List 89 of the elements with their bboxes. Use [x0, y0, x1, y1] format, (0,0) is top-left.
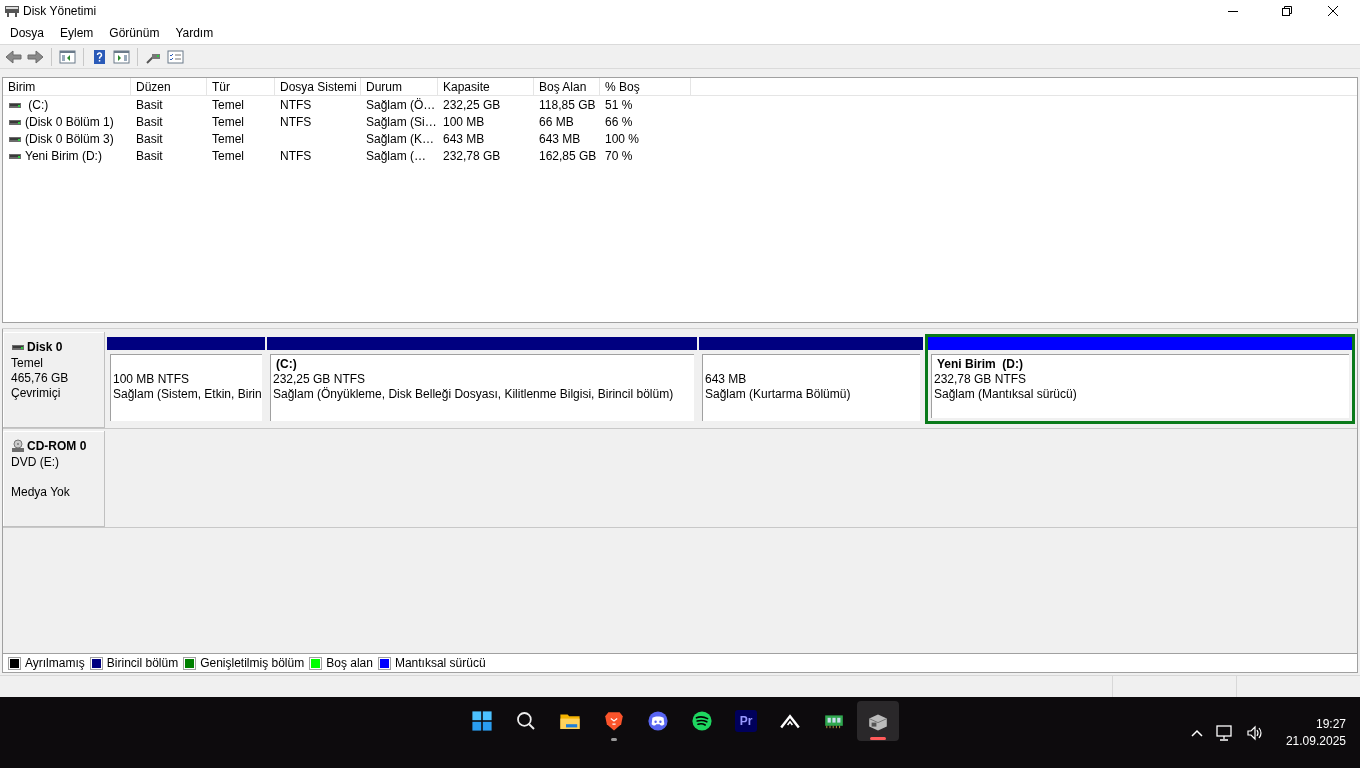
table-cell-text: (C:): [27, 96, 49, 114]
table-cell-text: NTFS: [280, 147, 312, 165]
table-cell-text: (Disk 0 Bölüm 3): [25, 130, 114, 148]
forward-arrow-icon[interactable]: [27, 48, 44, 65]
disk-info: Medya Yok: [11, 485, 71, 500]
disk-info: Temel: [11, 356, 44, 371]
clock[interactable]: 19:27 21.09.2025: [1285, 715, 1346, 750]
volume-icon[interactable]: [1245, 724, 1264, 741]
legend-label: Birincil bölüm: [106, 655, 179, 672]
table-cell-text: Temel: [212, 147, 244, 165]
table-cell-text: 643 MB: [443, 130, 485, 148]
clock-date: 21.09.2025: [1285, 732, 1346, 750]
column-header[interactable]: % Boş: [600, 78, 691, 95]
properties-icon[interactable]: [167, 48, 184, 65]
menu-item[interactable]: Görünüm: [109, 24, 160, 42]
table-cell-text: Temel: [212, 130, 244, 148]
table-cell-text: NTFS: [280, 96, 312, 114]
column-header[interactable]: Durum: [361, 78, 438, 95]
column-header[interactable]: Boş Alan: [534, 78, 600, 95]
table-cell-text: Sağlam (…: [366, 147, 427, 165]
table-cell-text: 100 %: [605, 130, 640, 148]
table-cell-text: Sağlam (Si…: [366, 113, 437, 131]
table-cell-text: Temel: [212, 113, 244, 131]
app-label: Pr: [735, 710, 757, 732]
table-cell-text: Yeni Birim (D:): [25, 147, 102, 165]
table-cell-text: Basit: [136, 147, 163, 165]
help-icon[interactable]: [91, 48, 108, 65]
column-header[interactable]: Dosya Sistemi: [275, 78, 361, 95]
chevron-up-icon[interactable]: [1189, 727, 1204, 738]
partition-size: 232,78 GB NTFS: [934, 372, 1028, 387]
table-cell-text: 118,85 GB: [539, 96, 596, 114]
legend-label: Boş alan: [326, 655, 373, 672]
table-cell-text: Sağlam (Ö…: [366, 96, 436, 114]
table-cell-text: 643 MB: [539, 130, 581, 148]
column-header[interactable]: Birim: [3, 78, 131, 95]
table-cell-text: Basit: [136, 113, 163, 131]
table-cell-text: 232,78 GB: [443, 147, 501, 165]
disk-info: DVD (E:): [11, 455, 60, 470]
legend-label: Ayrılmamış: [25, 655, 85, 672]
menu-item[interactable]: Yardım: [175, 24, 214, 42]
table-cell-text: Sağlam (K…: [366, 130, 435, 148]
table-cell-text: 100 MB: [443, 113, 485, 131]
disk-info: Çevrimiçi: [11, 386, 62, 401]
disk-info: 465,76 GB: [11, 371, 70, 386]
legend-label: Mantıksal sürücü: [394, 655, 486, 672]
action-pane-icon[interactable]: [113, 48, 130, 65]
back-arrow-icon[interactable]: [5, 48, 22, 65]
partition-size: 643 MB: [705, 372, 748, 387]
partition-name: (C:): [275, 357, 298, 372]
table-cell-text: 66 %: [605, 113, 633, 131]
partition[interactable]: Yeni Birim (D:) 232,78 GB NTFS Sağlam (Mantıksal sürücü): [925, 334, 1355, 424]
disk-name: CD-ROM 0: [27, 438, 87, 455]
game-controller-icon: [646, 709, 670, 733]
table-cell-text: 66 MB: [539, 113, 574, 131]
partition-size: 100 MB NTFS: [113, 372, 191, 387]
table-cell-text: (Disk 0 Bölüm 1): [25, 113, 114, 131]
table-cell-text: 162,85 GB: [539, 147, 597, 165]
column-header[interactable]: Düzen: [131, 78, 207, 95]
table-cell-text: Basit: [136, 130, 163, 148]
table-cell-text: Temel: [212, 96, 244, 114]
partition-name: Yeni Birim (D:): [936, 357, 1024, 372]
cd-drive-icon: [11, 439, 25, 453]
table-cell-text: 232,25 GB: [443, 96, 501, 114]
column-header[interactable]: Kapasite: [438, 78, 534, 95]
table-cell-text: NTFS: [280, 113, 312, 131]
window-title: Disk Yönetimi: [23, 3, 97, 20]
partition-status: Sağlam (Sistem, Etkin, Birin: [113, 387, 259, 402]
disk-management-icon: [4, 4, 20, 18]
disk-name: Disk 0: [27, 339, 63, 356]
start-icon: [470, 709, 494, 733]
menu-item[interactable]: Eylem: [60, 24, 94, 42]
network-icon[interactable]: [1215, 724, 1234, 741]
partition-status: Sağlam (Mantıksal sürücü): [934, 387, 1078, 402]
taskbar-button[interactable]: [857, 701, 899, 741]
restore-icon[interactable]: [1282, 6, 1292, 16]
column-header[interactable]: Tür: [207, 78, 275, 95]
console-tree-icon[interactable]: [59, 48, 76, 65]
taskbar-button[interactable]: Pr: [725, 701, 767, 741]
menu-item[interactable]: Dosya: [10, 24, 44, 42]
partition-size: 232,25 GB NTFS: [273, 372, 367, 387]
table-cell-text: Basit: [136, 96, 163, 114]
partition-status: Sağlam (Önyükleme, Disk Belleği Dosyası, Kilitlenme Bilgisi, Birincil bölüm): [273, 387, 675, 402]
table-cell-text: 70 %: [605, 147, 633, 165]
clock-time: 19:27: [1315, 715, 1346, 733]
close-icon[interactable]: [1328, 6, 1338, 16]
legend-label: Genişletilmiş bölüm: [200, 655, 305, 672]
partition-status: Sağlam (Kurtarma Bölümü): [705, 387, 852, 402]
sound-waves-icon: [690, 709, 714, 733]
table-cell-text: 51 %: [605, 96, 633, 114]
